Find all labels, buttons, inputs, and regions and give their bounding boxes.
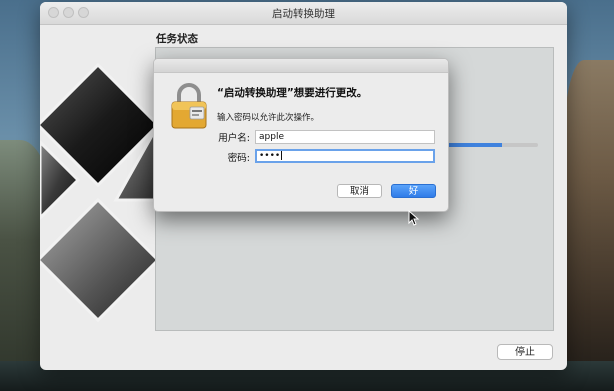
username-value: apple — [259, 132, 284, 142]
username-label: 用户名: — [218, 133, 250, 144]
lock-icon — [171, 83, 207, 129]
cursor-arrow-icon — [408, 210, 420, 226]
task-status-label: 任务状态 — [156, 33, 198, 45]
logo-tile-bottom — [40, 197, 161, 322]
authentication-dialog: “启动转换助理”想要进行更改。 输入密码以允许此次操作。 用户名: apple … — [153, 58, 449, 212]
password-field[interactable]: •••• — [255, 149, 435, 163]
text-caret — [281, 151, 283, 160]
window-title: 启动转换助理 — [272, 8, 335, 20]
progress-bar — [443, 143, 538, 147]
title-bar[interactable]: 启动转换助理 — [40, 2, 567, 25]
stop-button[interactable]: 停止 — [497, 344, 553, 360]
desktop-island-right — [564, 60, 614, 391]
dialog-title-bar — [154, 59, 448, 73]
dialog-message: 输入密码以允许此次操作。 — [217, 113, 320, 123]
username-field[interactable]: apple — [255, 130, 435, 144]
password-value: •••• — [259, 151, 281, 161]
ok-button[interactable]: 好 — [391, 184, 436, 198]
password-label: 密码: — [227, 153, 250, 164]
dialog-title: “启动转换助理”想要进行更改。 — [217, 87, 368, 99]
cancel-button[interactable]: 取消 — [337, 184, 382, 198]
progress-fill — [443, 143, 502, 147]
